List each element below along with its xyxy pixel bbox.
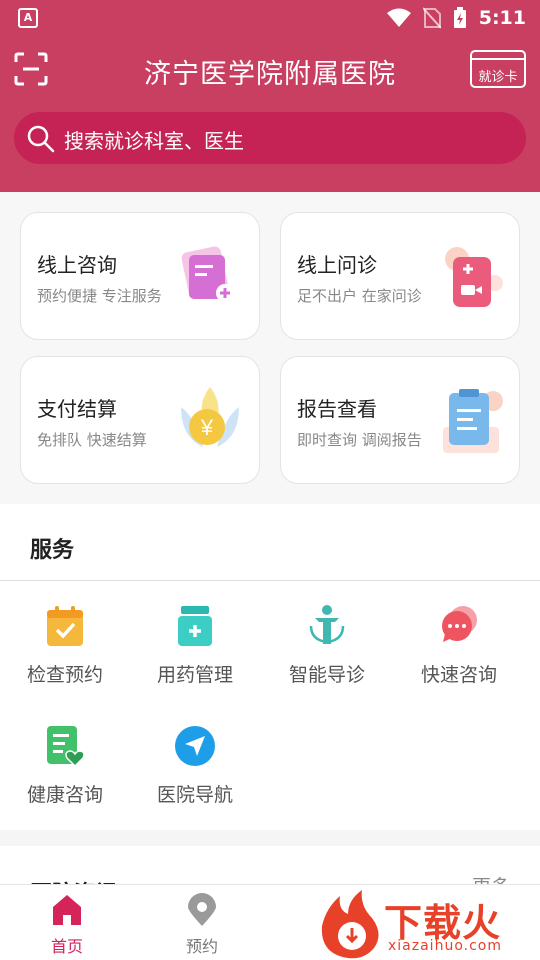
- card-title: 线上咨询: [37, 253, 117, 277]
- service-label: 医院导航: [156, 784, 233, 806]
- medical-card-button[interactable]: 就诊卡: [470, 50, 526, 88]
- clock: 5:11: [478, 7, 526, 29]
- card-stripe: [472, 58, 524, 60]
- no-sim-icon: [422, 7, 441, 29]
- location-pin-icon: [188, 893, 216, 926]
- service-label: 健康咨询: [26, 784, 103, 806]
- search-placeholder: 搜索就诊科室、医生: [64, 129, 244, 153]
- service-label: 快速咨询: [420, 664, 497, 686]
- app-header: A 5:11 济宁医学院附属医院 就诊卡 搜索就诊科室、医生: [0, 0, 540, 192]
- card-subtitle: 即时查询 调阅报告: [297, 431, 422, 449]
- title-bar: 济宁医学院附属医院 就诊卡: [0, 42, 540, 98]
- status-bar: A 5:11: [0, 0, 540, 36]
- services-section: 服务 检查预约 用药管理 智能导诊 快速咨询 健康咨询 医院导航: [0, 504, 540, 830]
- video-consult-icon: [445, 247, 503, 307]
- body-guide-icon: [309, 605, 345, 644]
- status-icons: 5:11: [386, 6, 526, 30]
- online-consult-icon: [181, 246, 234, 302]
- calendar-check-icon: [47, 606, 83, 646]
- nav-home-label: 首页: [50, 937, 83, 956]
- watermark: 下载火 xiazaihuo.com: [318, 888, 540, 960]
- service-label: 用药管理: [156, 664, 233, 686]
- health-document-icon: [47, 726, 85, 768]
- nav-appointment[interactable]: 预约: [152, 885, 252, 960]
- card-title: 支付结算: [37, 397, 117, 421]
- nav-home[interactable]: 首页: [17, 885, 117, 960]
- services-divider: [0, 580, 540, 581]
- service-smart-guide[interactable]: 智能导诊: [262, 604, 392, 714]
- card-payment[interactable]: 支付结算 免排队 快速结算 ¥: [20, 356, 260, 484]
- app-notification-icon: A: [18, 8, 38, 28]
- search-bar[interactable]: 搜索就诊科室、医生: [14, 112, 526, 164]
- card-online-consult[interactable]: 线上咨询 预约便捷 专注服务: [20, 212, 260, 340]
- wifi-icon: [386, 8, 411, 27]
- service-medication[interactable]: 用药管理: [130, 604, 260, 714]
- service-health-consult[interactable]: 健康咨询: [0, 724, 130, 834]
- card-video-consult[interactable]: 线上问诊 足不出户 在家问诊: [280, 212, 520, 340]
- service-label: 检查预约: [26, 664, 103, 686]
- navigation-arrow-icon: [175, 726, 215, 766]
- card-subtitle: 预约便捷 专注服务: [37, 287, 162, 305]
- service-hospital-navigation[interactable]: 医院导航: [130, 724, 260, 834]
- card-subtitle: 足不出户 在家问诊: [297, 287, 422, 305]
- medical-card-label: 就诊卡: [478, 70, 518, 85]
- watermark-subtext: xiazaihuo.com: [388, 938, 502, 954]
- service-quick-consult[interactable]: 快速咨询: [394, 604, 524, 714]
- service-exam-booking[interactable]: 检查预约: [0, 604, 130, 714]
- card-report[interactable]: 报告查看 即时查询 调阅报告: [280, 356, 520, 484]
- card-title: 线上问诊: [297, 253, 377, 277]
- svg-text:¥: ¥: [200, 415, 214, 440]
- feature-cards: 线上咨询 预约便捷 专注服务 线上问诊 足不出户 在家问诊 支付结算 免排队 快…: [0, 192, 540, 504]
- chat-bubble-icon: [442, 606, 477, 642]
- home-icon: [53, 895, 81, 925]
- search-icon: [27, 125, 55, 153]
- card-title: 报告查看: [297, 397, 377, 421]
- medicine-bottle-icon: [178, 606, 212, 646]
- yuan-payment-icon: ¥: [181, 387, 239, 447]
- report-clipboard-icon: [443, 389, 503, 453]
- card-subtitle: 免排队 快速结算: [37, 431, 147, 449]
- page-title: 济宁医学院附属医院: [144, 59, 396, 90]
- service-label: 智能导诊: [288, 664, 365, 686]
- nav-appointment-label: 预约: [185, 937, 218, 956]
- services-title: 服务: [30, 538, 75, 563]
- battery-charging-icon: [453, 7, 466, 28]
- flame-logo-icon: [321, 890, 379, 959]
